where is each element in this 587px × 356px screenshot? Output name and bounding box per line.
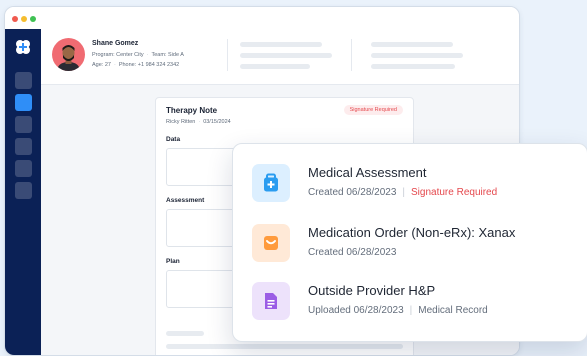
note-author: Ricky Ritten [166,119,196,125]
document-meta: Created 06/28/2023 [308,247,396,258]
note-placeholder-line [166,344,403,349]
sidebar-nav-item-4[interactable] [15,138,32,155]
patient-age-phone: Age: 27 · Phone: +1 984 324 2342 [92,62,179,68]
section-label-data: Data [166,136,181,143]
patient-program: Program: Center City [92,52,144,58]
close-window-button[interactable] [12,16,18,22]
document-icon [252,282,290,320]
sidebar-nav-item-2[interactable] [15,94,32,111]
document-created-date: Created 06/28/2023 [308,187,397,198]
sidebar-nav-item-5[interactable] [15,160,32,177]
medical-bag-icon [252,164,290,202]
document-category: Medical Record [418,305,488,316]
header-placeholder-line [371,64,455,69]
patient-avatar[interactable] [52,38,85,71]
document-title[interactable]: Medication Order (Non-eRx): Xanax [308,225,515,240]
patient-name: Shane Gomez [92,40,139,47]
patient-team: Team: Side A [151,52,184,58]
patient-header: Shane Gomez Program: Center City · Team: S… [41,29,519,85]
meta-separator: · [113,62,116,68]
sidebar-nav-item-3[interactable] [15,116,32,133]
sidebar-nav-item-1[interactable] [15,72,32,89]
section-label-plan: Plan [166,258,180,265]
meta-separator: · [198,119,201,125]
header-placeholder-line [371,42,453,47]
maximize-window-button[interactable] [30,16,36,22]
document-title[interactable]: Medical Assessment [308,165,427,180]
patient-program-team: Program: Center City · Team: Side A [92,52,184,58]
sidebar-nav-item-6[interactable] [15,182,32,199]
document-uploaded-date: Uploaded 06/28/2023 [308,305,404,316]
meta-divider: | [402,187,406,198]
header-divider [227,39,228,71]
patient-phone: Phone: +1 984 324 2342 [118,62,180,68]
meta-divider: | [409,305,413,316]
title-bar [5,7,519,29]
document-created-date: Created 06/28/2023 [308,247,397,258]
header-placeholder-line [240,42,322,47]
header-placeholder-line [240,53,332,58]
header-placeholder-line [240,64,310,69]
header-divider [351,39,352,71]
note-title: Therapy Note [166,106,218,115]
note-date: 03/15/2024 [203,119,231,125]
sidebar [5,29,41,355]
signature-required-status: Signature Required [411,187,498,198]
header-placeholder-line [371,53,463,58]
app-logo-icon[interactable] [15,39,31,55]
documents-card: Medical Assessment Created 06/28/2023 | Si… [232,143,587,342]
minimize-window-button[interactable] [21,16,27,22]
note-placeholder-line [166,331,204,336]
section-label-assessment: Assessment [166,197,205,204]
document-title[interactable]: Outside Provider H&P [308,283,435,298]
document-meta: Uploaded 06/28/2023 | Medical Record [308,305,488,316]
meta-separator: · [146,52,149,58]
patient-age: Age: 27 [92,62,111,68]
note-subtitle: Ricky Ritten · 03/15/2024 [166,119,231,125]
signature-required-badge: Signature Required [343,105,403,115]
pill-bag-icon [252,224,290,262]
document-meta: Created 06/28/2023 | Signature Required [308,187,497,198]
